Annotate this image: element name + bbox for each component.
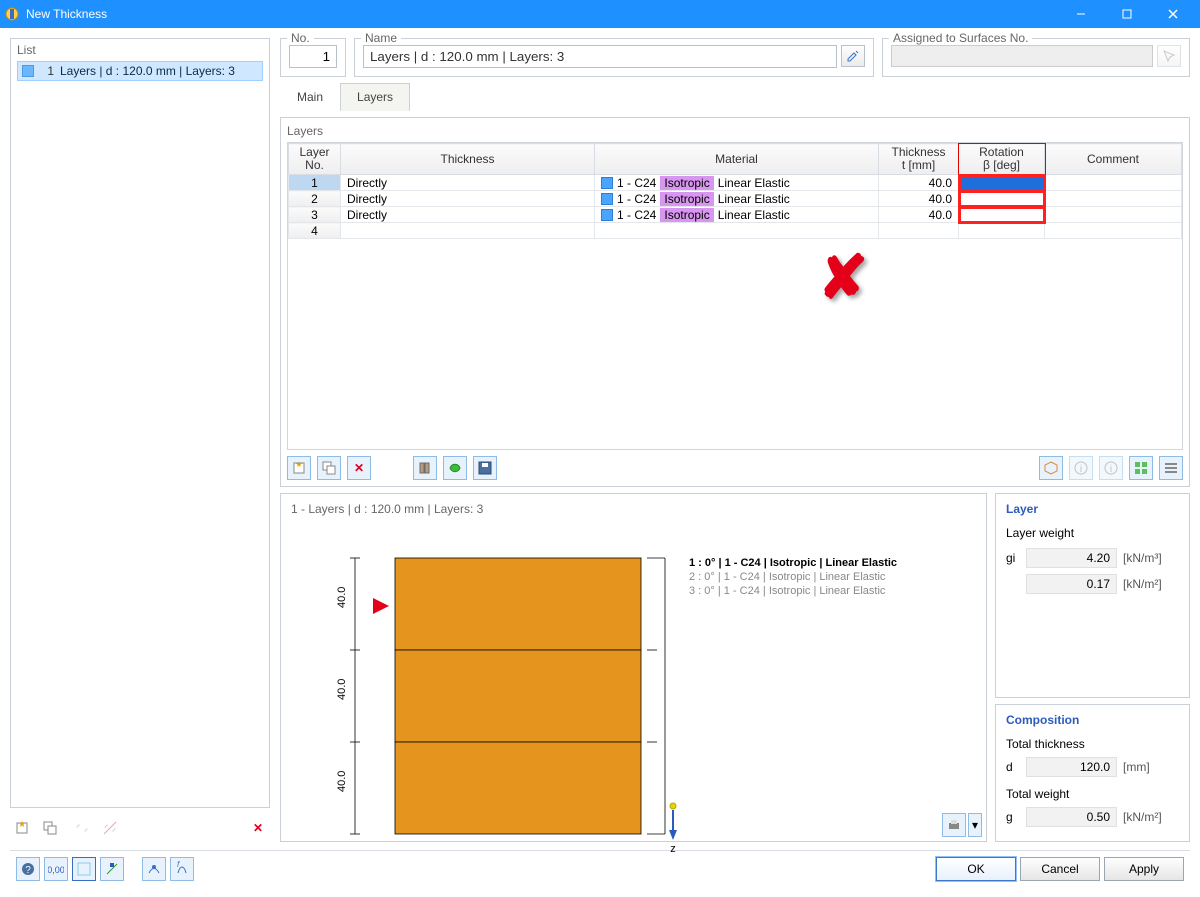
list-view-button[interactable] — [1159, 456, 1183, 480]
tool-3-button[interactable]: f — [170, 857, 194, 881]
no-group: No. — [280, 38, 346, 77]
new-layer-button[interactable]: ★ — [287, 456, 311, 480]
name-group: Name — [354, 38, 874, 77]
save-button[interactable] — [473, 456, 497, 480]
name-input[interactable] — [363, 45, 837, 68]
print-button[interactable] — [942, 813, 966, 837]
layers-group: Layers Layer No. Thickness Material Thic… — [280, 117, 1190, 487]
edit-name-button[interactable] — [841, 45, 865, 67]
delete-layer-button[interactable]: ✕ — [347, 456, 371, 480]
minimize-button[interactable] — [1058, 0, 1104, 28]
svg-text:i: i — [1110, 464, 1112, 475]
info-2-button[interactable]: i — [1099, 456, 1123, 480]
svg-text:z: z — [670, 843, 676, 855]
view-iso-button[interactable] — [1039, 456, 1063, 480]
list-title: List — [17, 43, 263, 57]
pick-surface-button[interactable] — [1157, 45, 1181, 67]
preview-title: 1 - Layers | d : 120.0 mm | Layers: 3 — [285, 500, 982, 518]
layers-grid[interactable]: Layer No. Thickness Material Thickness t… — [287, 142, 1183, 450]
svg-text:2 : 0° | 1 - C24 | Isotropic: 2 : 0° | 1 - C24 | Isotropic | Linear El… — [689, 571, 886, 583]
maximize-button[interactable] — [1104, 0, 1150, 28]
print-menu-button[interactable]: ▾ — [968, 813, 982, 837]
assigned-group: Assigned to Surfaces No. — [882, 38, 1190, 77]
grid-toolbar: ★ ✕ i i — [287, 450, 1183, 480]
svg-text:3 : 0° | 1 - C24 | Isotropic: 3 : 0° | 1 - C24 | Isotropic | Linear El… — [689, 585, 886, 597]
svg-text:40.0: 40.0 — [336, 587, 348, 608]
options-button[interactable] — [72, 857, 96, 881]
duplicate-layer-button[interactable] — [317, 456, 341, 480]
copy-item-button[interactable] — [38, 816, 62, 840]
gi-value: 4.20 — [1026, 548, 1117, 568]
link-button — [70, 816, 94, 840]
svg-text:1 : 0° | 1 - C24 | Isotropic: 1 : 0° | 1 - C24 | Isotropic | Linear El… — [689, 557, 897, 569]
svg-text:i: i — [1080, 464, 1082, 475]
error-x-annotation: ✘ — [818, 243, 876, 301]
library-button[interactable] — [413, 456, 437, 480]
svg-text:f: f — [177, 861, 180, 869]
list-item[interactable]: 1 Layers | d : 120.0 mm | Layers: 3 — [17, 61, 263, 81]
svg-text:★: ★ — [18, 820, 26, 829]
no-input[interactable] — [289, 45, 337, 68]
tab-main[interactable]: Main — [280, 83, 340, 111]
list-tree[interactable]: 1 Layers | d : 120.0 mm | Layers: 3 — [17, 61, 263, 803]
svg-text:40.0: 40.0 — [336, 771, 348, 792]
titlebar: New Thickness — [0, 0, 1200, 28]
units-button[interactable]: 0,00 — [44, 857, 68, 881]
assigned-input — [891, 45, 1153, 67]
tab-layers[interactable]: Layers — [340, 83, 410, 111]
help-button[interactable]: ? — [16, 857, 40, 881]
ok-button[interactable]: OK — [936, 857, 1016, 881]
cancel-button[interactable]: Cancel — [1020, 857, 1100, 881]
svg-text:0,00: 0,00 — [48, 865, 64, 875]
layers-icon — [22, 65, 34, 77]
total-g-value: 0.50 — [1026, 807, 1117, 827]
table-row[interactable]: 2Directly 1 - C24 Isotropic Linear Elast… — [289, 191, 1182, 207]
app-icon — [4, 6, 20, 22]
list-panel: List 1 Layers | d : 120.0 mm | Layers: 3 — [10, 38, 270, 808]
delete-item-button[interactable]: ✕ — [246, 816, 270, 840]
tool-1-button[interactable] — [100, 857, 124, 881]
layer-diagram: 40.0 40.0 40.0 — [325, 548, 1025, 858]
arrange-button[interactable] — [1129, 456, 1153, 480]
left-toolbar: ★ ✕ — [10, 814, 270, 842]
info-1-button[interactable]: i — [1069, 456, 1093, 480]
preview-pane: 1 - Layers | d : 120.0 mm | Layers: 3 40… — [280, 493, 987, 842]
svg-text:40.0: 40.0 — [336, 679, 348, 700]
tab-strip: Main Layers — [280, 83, 1190, 111]
svg-text:?: ? — [25, 865, 31, 876]
close-button[interactable] — [1150, 0, 1196, 28]
tool-2-button[interactable] — [142, 857, 166, 881]
d-value: 120.0 — [1026, 757, 1117, 777]
unlink-button — [98, 816, 122, 840]
g-per-area-value: 0.17 — [1026, 574, 1117, 594]
import-button[interactable] — [443, 456, 467, 480]
table-row[interactable]: 4 — [289, 223, 1182, 239]
apply-button[interactable]: Apply — [1104, 857, 1184, 881]
svg-text:★: ★ — [295, 460, 302, 469]
new-item-button[interactable]: ★ — [10, 816, 34, 840]
table-row[interactable]: 1Directly 1 - C24 Isotropic Linear Elast… — [289, 175, 1182, 191]
table-row[interactable]: 3Directly 1 - C24 Isotropic Linear Elast… — [289, 207, 1182, 223]
window-title: New Thickness — [26, 7, 1058, 21]
